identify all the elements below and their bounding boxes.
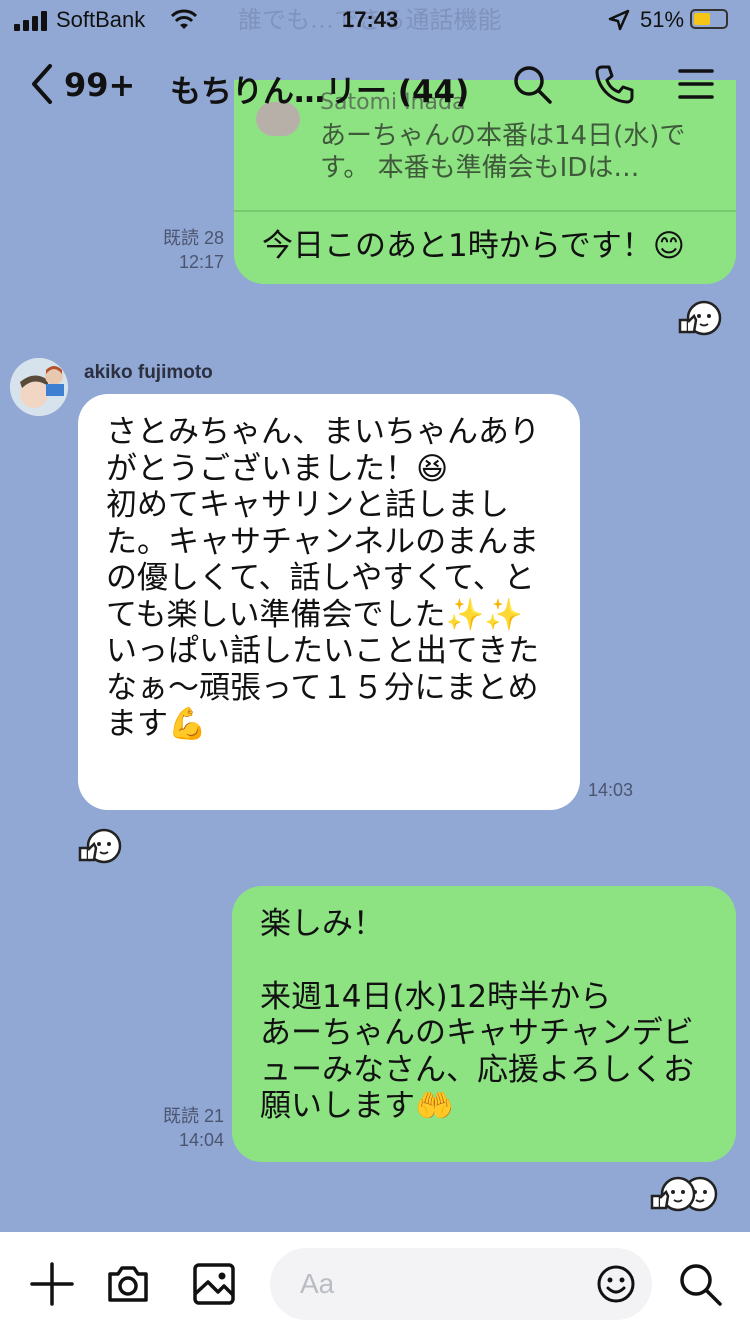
image-icon[interactable] — [190, 1260, 238, 1308]
search-icon[interactable] — [676, 1260, 724, 1308]
message-line: あーちゃんのキャサチャンデビ — [260, 1015, 694, 1051]
emoji-icon[interactable] — [596, 1264, 636, 1304]
message-bubble-outgoing[interactable]: 楽しみ！ 来週14日(水)12時半から あーちゃんのキャサチャンデビ ューみなさ… — [232, 886, 736, 1162]
message-time: 14:03 — [588, 780, 634, 800]
message-line: 初めてキャサリンと話しまし — [106, 487, 509, 523]
menu-icon[interactable] — [674, 62, 718, 106]
message-line: ューみなさん、応援よろしくお — [260, 1051, 694, 1088]
sender-name: akiko fujimoto — [84, 362, 213, 383]
chat-title[interactable]: もちりん…リー (44) — [170, 66, 469, 111]
signal-icon — [14, 11, 47, 31]
search-icon[interactable] — [510, 62, 554, 106]
reaction-sticker-icon[interactable] — [76, 826, 124, 866]
read-count: 既読 28 — [162, 228, 224, 248]
message-line: の優しくて、話しやすくて、と — [106, 560, 535, 596]
read-receipt: 既読 21 14:04 — [130, 1104, 224, 1152]
read-receipt: 既読 28 12:17 — [130, 226, 224, 274]
message-bubble-outgoing[interactable]: 今日このあと1時からです！😊 — [234, 212, 736, 284]
reaction-stickers-icon[interactable] — [648, 1172, 724, 1216]
carrier-name: SoftBank — [56, 7, 146, 32]
clock: 17:43 — [342, 7, 399, 32]
message-line: なぁ〜頑張って１５分にまとめ — [106, 669, 539, 706]
message-input[interactable] — [300, 1260, 600, 1308]
message-bubble-incoming[interactable]: さとみちゃん、まいちゃんあり がとうございました！😆 初めてキャサリンと話しまし… — [78, 394, 580, 810]
location-arrow-icon — [608, 9, 630, 31]
message-line: 来週14日(水)12時半から — [260, 978, 612, 1015]
message-line — [260, 943, 708, 979]
message-line: ます💪 — [106, 706, 207, 742]
phone-icon[interactable] — [592, 62, 636, 106]
plus-icon[interactable] — [28, 1260, 76, 1308]
unread-count[interactable]: 99+ — [64, 66, 135, 104]
avatar-photo — [10, 358, 68, 416]
read-count: 既読 21 — [162, 1106, 224, 1126]
message-line: 楽しみ！ — [260, 906, 384, 942]
chat-header: 99+ もちりん…リー (44) — [0, 40, 750, 130]
message-line: いっぱい話したいこと出てきた — [106, 633, 540, 669]
message-time: 14:04 — [178, 1130, 224, 1150]
message-line: 願いします🤲 — [260, 1088, 454, 1124]
message-composer — [0, 1232, 750, 1334]
reaction-sticker-icon[interactable] — [676, 298, 724, 338]
message-line: ても楽しい準備会でした✨✨ — [106, 596, 523, 633]
message-line: さとみちゃん、まいちゃんあり — [106, 414, 540, 450]
message-input-field[interactable] — [270, 1248, 652, 1320]
back-chevron-icon[interactable] — [28, 62, 56, 106]
avatar[interactable] — [10, 358, 68, 416]
message-time: 12:17 — [178, 252, 224, 272]
message-line: がとうございました！😆 — [106, 450, 449, 487]
message-line: 今日このあと1時からです！😊 — [262, 228, 686, 264]
message-line: た。キャサチャンネルのまんま — [106, 523, 540, 560]
battery-percentage: 51% — [640, 7, 685, 32]
battery-icon — [690, 9, 728, 29]
camera-icon[interactable] — [104, 1260, 152, 1308]
status-bar: SoftBank 17:43 51% — [0, 0, 750, 40]
wifi-icon — [170, 9, 198, 29]
